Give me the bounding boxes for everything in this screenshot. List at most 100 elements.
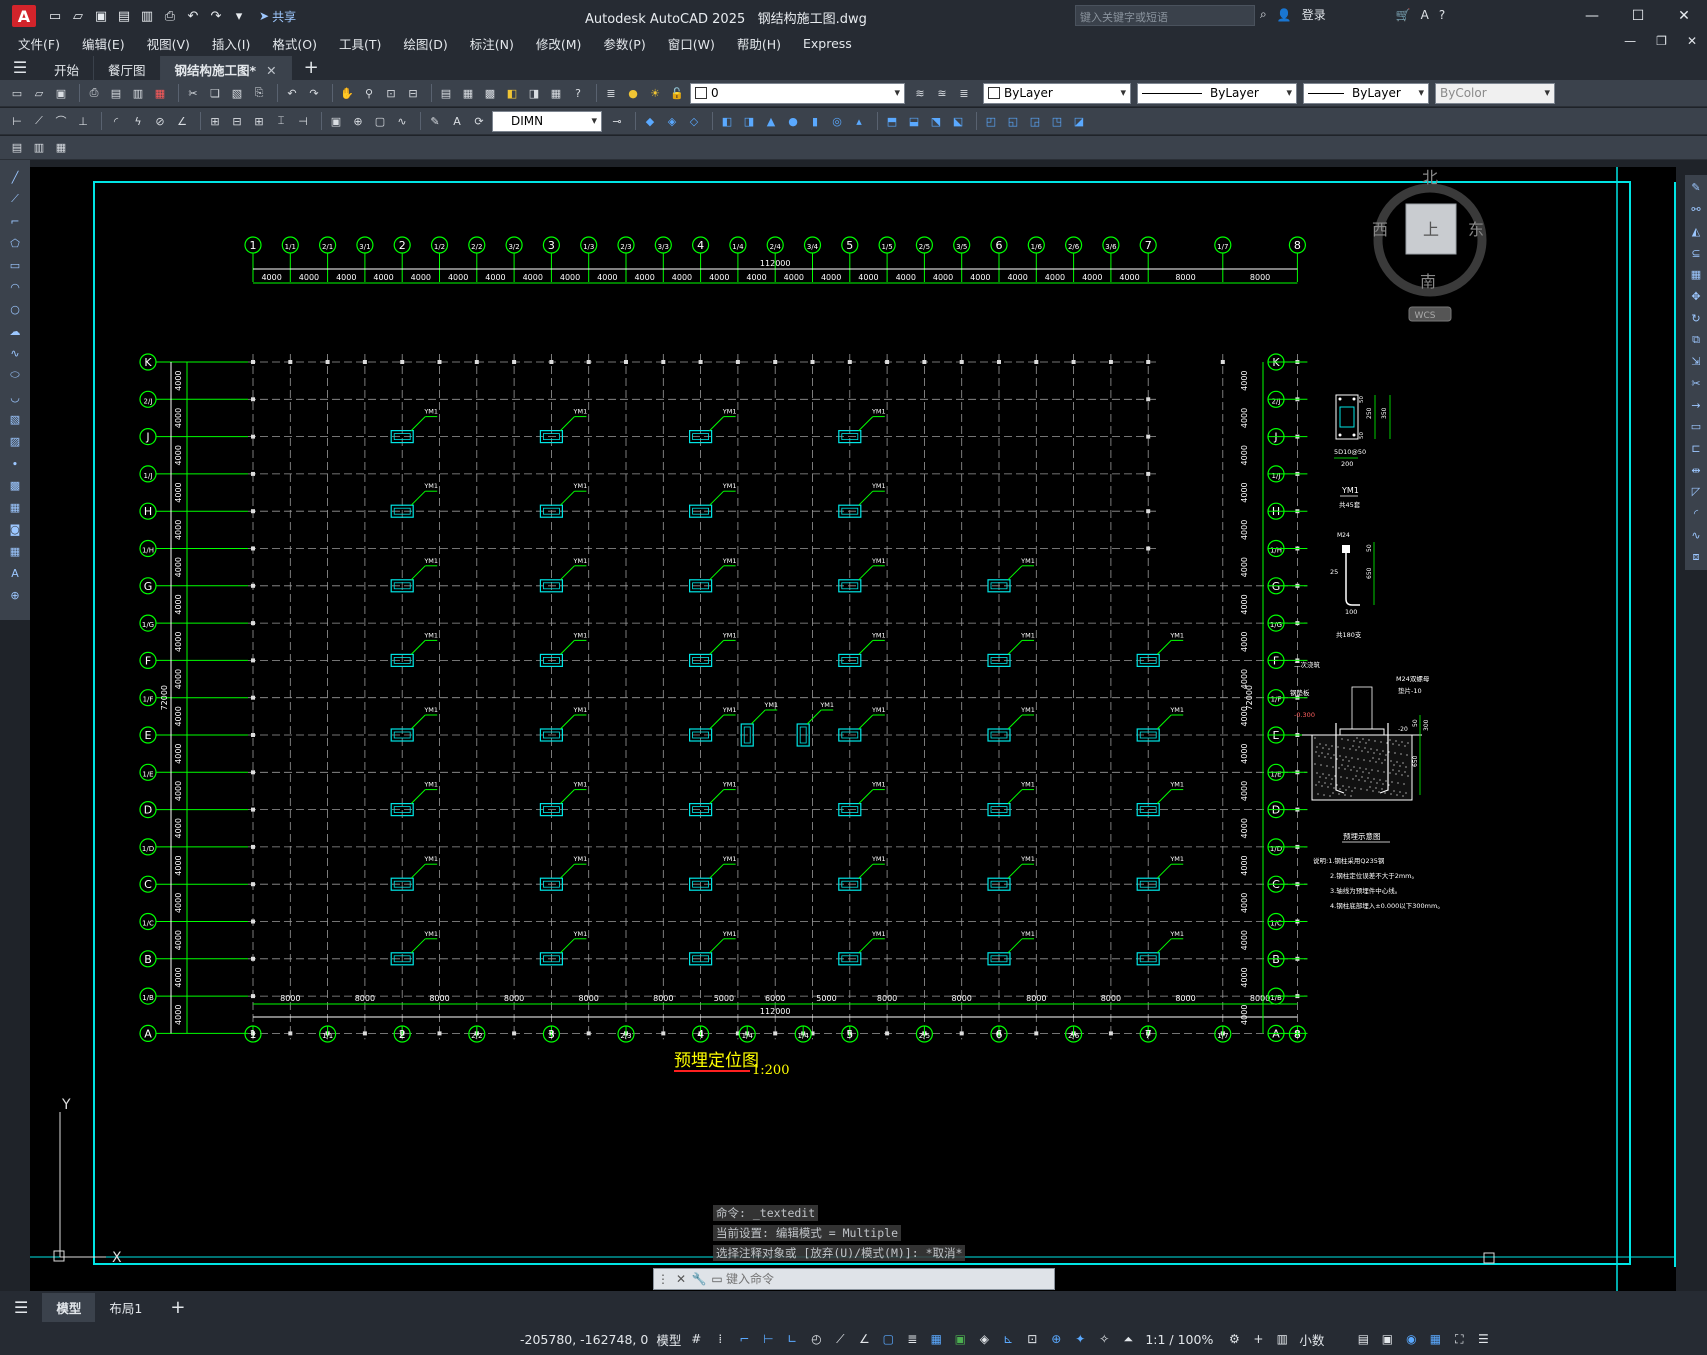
tab-restaurant[interactable]: 餐厅图	[94, 56, 161, 80]
hamburger-icon[interactable]: ☰	[0, 54, 40, 80]
doc-close-icon[interactable]: ✕	[1687, 34, 1697, 48]
publish-icon[interactable]: ▥	[138, 7, 156, 25]
scale-icon[interactable]: ⧉	[1687, 331, 1705, 349]
dim-radius-icon[interactable]: ◜	[107, 112, 125, 130]
solid-torus-icon[interactable]: ◎	[828, 112, 846, 130]
qnew-icon[interactable]: ▭	[8, 84, 26, 102]
properties-icon[interactable]: ▤	[437, 84, 455, 102]
dim-edit-icon[interactable]: ✎	[426, 112, 444, 130]
table-icon[interactable]: ▦	[6, 542, 24, 560]
cart-icon[interactable]: 🛒	[1396, 8, 1411, 22]
open-file-icon[interactable]: ▱	[30, 84, 48, 102]
graphics-performance-icon[interactable]: ▦	[1426, 1330, 1444, 1348]
hatch-icon[interactable]: ▩	[6, 476, 24, 494]
solid-sphere-icon[interactable]: ●	[784, 112, 802, 130]
close-icon[interactable]: ✕	[1661, 0, 1707, 32]
solid-pyramid-icon[interactable]: ▴	[850, 112, 868, 130]
grid-icon[interactable]: #	[687, 1330, 705, 1348]
dim-break-icon[interactable]: ⊣	[294, 112, 312, 130]
array-icon[interactable]: ▦	[1687, 266, 1705, 284]
move-icon[interactable]: ✥	[1687, 288, 1705, 306]
quick-properties-icon[interactable]: ▤	[1354, 1330, 1372, 1348]
dim-arc-icon[interactable]: ⌒	[52, 112, 70, 130]
pan-icon[interactable]: ✋	[338, 84, 356, 102]
paste-icon[interactable]: ▧	[228, 84, 246, 102]
center-mark-icon[interactable]: ⊕	[349, 112, 367, 130]
annotation-scale-icon[interactable]: ⏶	[1119, 1330, 1137, 1348]
dim-jogged-icon[interactable]: ϟ	[129, 112, 147, 130]
lineweight-select[interactable]: ByLayer	[1303, 82, 1429, 104]
dim-angular-icon[interactable]: ∠	[173, 112, 191, 130]
layout-template-icon[interactable]: ▥	[30, 139, 48, 157]
dim-ordinate-icon[interactable]: ⊥	[74, 112, 92, 130]
drawing-canvas[interactable]: YM1 YM1 YM1 YM1 YM1 YM1 YM1 YM1 YM1 YM1 YM1 YM1 YM1 Y…	[30, 167, 1676, 1291]
coordinates-readout[interactable]: -205780, -162748, 0	[520, 1332, 648, 1347]
new-layout-icon[interactable]: ▤	[8, 139, 26, 157]
solid-wedge-icon[interactable]: ◨	[740, 112, 758, 130]
menu-tools[interactable]: 工具(T)	[339, 34, 381, 53]
layer-freeze-icon[interactable]: ☀	[646, 84, 664, 102]
layer-manager-icon[interactable]: ≣	[602, 84, 620, 102]
customize-icon[interactable]: ▾	[230, 7, 248, 25]
zoom-window-icon[interactable]: ⊡	[382, 84, 400, 102]
menu-file[interactable]: 文件(F)	[18, 34, 60, 53]
new-icon[interactable]: ▭	[46, 7, 64, 25]
menu-help[interactable]: 帮助(H)	[737, 34, 781, 53]
menu-format[interactable]: 格式(O)	[272, 34, 317, 53]
calculator-icon[interactable]: ▦	[547, 84, 565, 102]
selection-cycling-icon[interactable]: ▣	[951, 1330, 969, 1348]
rectangle-icon[interactable]: ▭	[6, 256, 24, 274]
quick-dim-icon[interactable]: ⊞	[206, 112, 224, 130]
copy-icon[interactable]: ❏	[206, 84, 224, 102]
menu-parameter[interactable]: 参数(P)	[603, 34, 645, 53]
solid-cone-icon[interactable]: ▲	[762, 112, 780, 130]
polygon-icon[interactable]: ⬠	[6, 234, 24, 252]
preview-icon[interactable]: ▤	[107, 84, 125, 102]
menu-insert[interactable]: 插入(I)	[212, 34, 250, 53]
loft-icon[interactable]: ⬕	[949, 112, 967, 130]
tab-model[interactable]: 模型	[42, 1292, 96, 1322]
redo-tb-icon[interactable]: ↷	[305, 84, 323, 102]
design-center-icon[interactable]: ▦	[459, 84, 477, 102]
dim-space-icon[interactable]: ⌶	[272, 112, 290, 130]
insert-block-icon[interactable]: ▧	[6, 410, 24, 428]
selection-filter-icon[interactable]: ⊡	[1023, 1330, 1041, 1348]
gizmo-icon[interactable]: ⊕	[1047, 1330, 1065, 1348]
arc-icon[interactable]: ◠	[6, 278, 24, 296]
publish-doc-icon[interactable]: ▥	[129, 84, 147, 102]
erase-icon[interactable]: ✎	[1687, 179, 1705, 197]
extend-icon[interactable]: →	[1687, 396, 1705, 414]
menu-edit[interactable]: 编辑(E)	[82, 34, 125, 53]
new-tab-button[interactable]: +	[292, 55, 331, 80]
3d-osnap-icon[interactable]: ◈	[975, 1330, 993, 1348]
menu-express[interactable]: Express	[803, 36, 852, 51]
sweep-icon[interactable]: ⬔	[927, 112, 945, 130]
xline-icon[interactable]: ⟋	[6, 190, 24, 208]
make-block-icon[interactable]: ▨	[6, 432, 24, 450]
login-button[interactable]: 登录	[1302, 6, 1326, 23]
minimize-icon[interactable]: —	[1569, 0, 1615, 32]
auto-scale-icon[interactable]: ✧	[1095, 1330, 1113, 1348]
share-button[interactable]: ➤ 共享	[259, 8, 296, 25]
add-selected-icon[interactable]: ⊕	[6, 586, 24, 604]
search-icon[interactable]: ⌕	[1260, 7, 1267, 22]
union-icon[interactable]: ◰	[982, 112, 1000, 130]
layer-state-icon[interactable]: ≣	[955, 84, 973, 102]
explode-icon[interactable]: ⧈	[1687, 548, 1705, 566]
rotate-icon[interactable]: ↻	[1687, 309, 1705, 327]
dim-aligned-icon[interactable]: ⟋	[30, 112, 48, 130]
workspace-icon[interactable]: ⚙	[1225, 1330, 1243, 1348]
command-close-icon[interactable]: ✕	[672, 1272, 690, 1286]
print-icon[interactable]: ⎙	[85, 84, 103, 102]
isodraft-icon[interactable]: ⟋	[831, 1330, 849, 1348]
tab-steel-structure[interactable]: 钢结构施工图* ✕	[160, 56, 292, 80]
annotation-visibility-icon[interactable]: ✦	[1071, 1330, 1089, 1348]
isolate-objects-icon[interactable]: ◉	[1402, 1330, 1420, 1348]
copy-obj-icon[interactable]: ⚯	[1687, 201, 1705, 219]
transparency-icon[interactable]: ▦	[927, 1330, 945, 1348]
markup-icon[interactable]: ◨	[525, 84, 543, 102]
plot-icon[interactable]: ⎙	[161, 7, 179, 25]
annotation-scale-select[interactable]: 1:1 / 100%	[1145, 1332, 1213, 1347]
fillet-icon[interactable]: ◜	[1687, 505, 1705, 523]
save-file-icon[interactable]: ▣	[52, 84, 70, 102]
